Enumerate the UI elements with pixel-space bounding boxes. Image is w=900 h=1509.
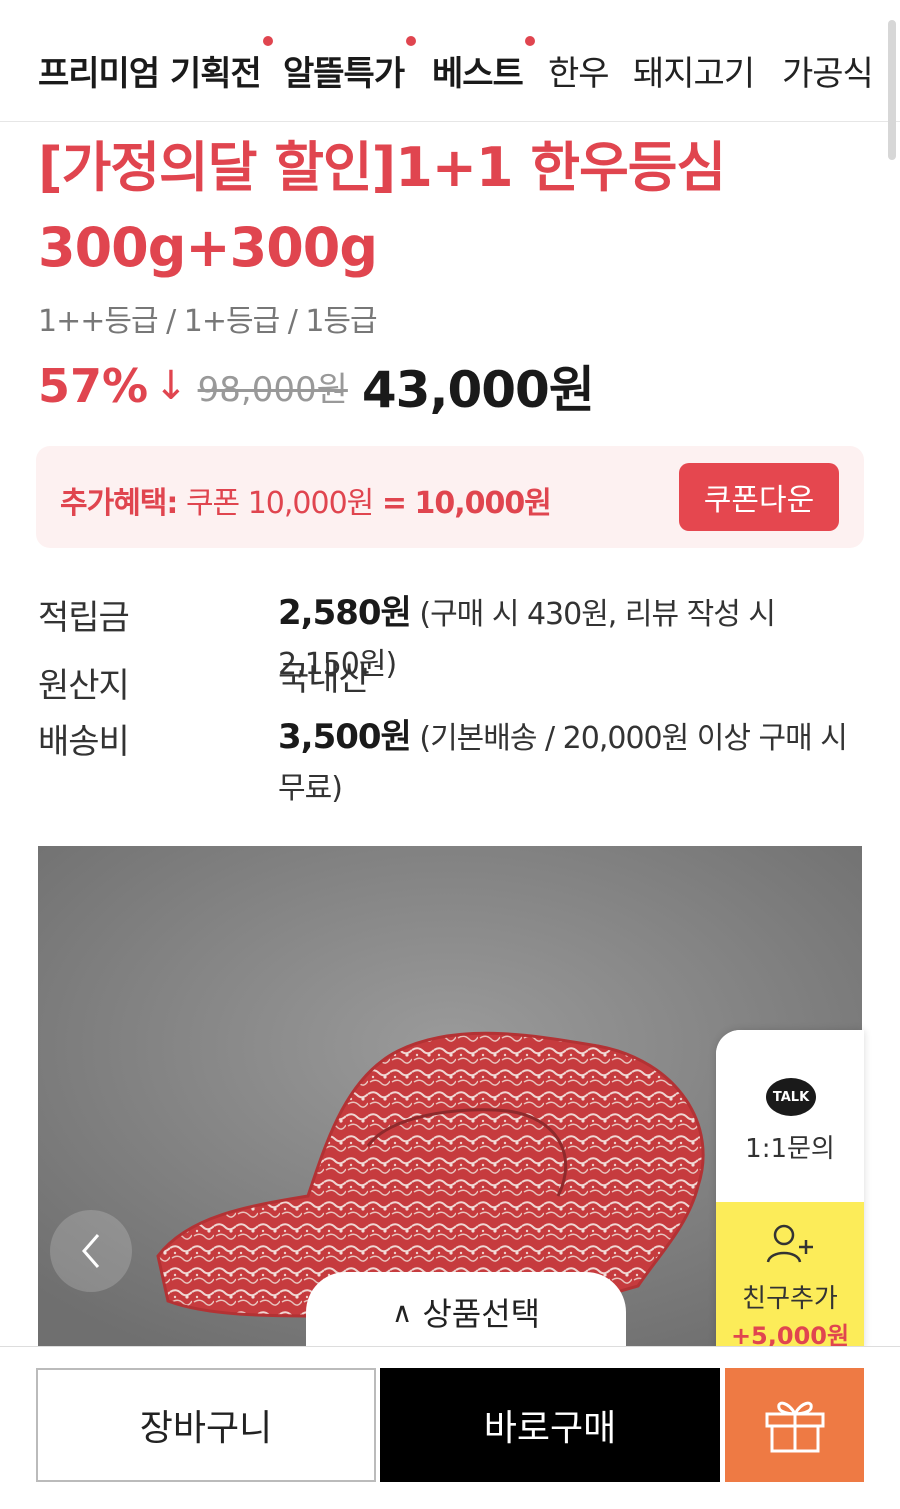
original-price: 98,000원 bbox=[197, 369, 348, 410]
nav-item-processed[interactable]: 가공식 bbox=[782, 46, 874, 95]
add-friend-label: 친구추가 bbox=[742, 1284, 838, 1314]
benefit-text: 추가혜택: 쿠폰 10,000원 = 10,000원 bbox=[60, 478, 552, 522]
nav-item-hanwoo[interactable]: 한우 bbox=[548, 46, 610, 95]
chevron-left-icon bbox=[82, 1234, 100, 1268]
new-dot-badge bbox=[524, 36, 535, 46]
benefit-label: 추가혜택: bbox=[60, 486, 178, 521]
nav-item-bargain[interactable]: 알뜰특가 bbox=[283, 36, 417, 95]
chevron-up-icon: ∧ bbox=[391, 1295, 413, 1329]
page-scrollbar[interactable] bbox=[888, 20, 896, 160]
coupon-download-button[interactable]: 쿠폰다운 bbox=[679, 463, 839, 531]
nav-item-label: 한우 bbox=[548, 54, 610, 94]
product-title-line1: [가정의달 할인]1+1 한우등심 bbox=[38, 136, 726, 199]
sale-price: 43,000원 bbox=[361, 361, 595, 419]
product-title-line2: 300g+300g bbox=[38, 216, 378, 279]
discount-rate: 57% bbox=[38, 359, 149, 413]
gift-button[interactable] bbox=[725, 1368, 864, 1482]
add-friend-reward: +5,000원 bbox=[730, 1322, 850, 1350]
origin-label: 원산지 bbox=[38, 666, 130, 706]
extra-benefit-box: 추가혜택: 쿠폰 10,000원 = 10,000원 쿠폰다운 bbox=[36, 446, 864, 548]
side-floating-widgets: TALK 1:1문의 친구추가 +5,000원 bbox=[716, 1030, 864, 1350]
nav-item-label: 알뜰특가 bbox=[283, 54, 405, 94]
inquiry-label: 1:1문의 bbox=[745, 1134, 835, 1164]
nav-item-label: 베스트 bbox=[432, 54, 524, 94]
nav-item-label: 프리미엄 기획전 bbox=[38, 54, 262, 94]
shipping-value-row: 3,500원 (기본배송 / 20,000원 이상 구매 시 무료) bbox=[278, 712, 858, 814]
nav-item-pork[interactable]: 돼지고기 bbox=[633, 46, 755, 95]
product-title: [가정의달 할인]1+1 한우등심 300g+300g bbox=[38, 128, 838, 288]
origin-value: 국내산 bbox=[278, 659, 370, 699]
add-friend-button[interactable]: 친구추가 +5,000원 bbox=[716, 1202, 864, 1350]
add-person-icon bbox=[766, 1224, 813, 1263]
shipping-value: 3,500원 bbox=[278, 717, 412, 757]
add-to-cart-button[interactable]: 장바구니 bbox=[36, 1368, 376, 1482]
points-value: 2,580원 bbox=[278, 593, 412, 633]
nav-item-premium[interactable]: 프리미엄 기획전 bbox=[38, 36, 273, 95]
kakao-inquiry-button[interactable]: TALK 1:1문의 bbox=[716, 1030, 864, 1202]
category-nav: 프리미엄 기획전 알뜰특가 베스트 한우 돼지고기 가공식 bbox=[0, 0, 900, 122]
product-grade: 1++등급 / 1+등급 / 1등급 bbox=[38, 304, 378, 339]
buy-now-button[interactable]: 바로구매 bbox=[380, 1368, 720, 1482]
new-dot-badge bbox=[262, 36, 273, 46]
points-label: 적립금 bbox=[38, 598, 130, 638]
nav-item-best[interactable]: 베스트 bbox=[432, 36, 535, 95]
prev-image-button[interactable] bbox=[50, 1210, 132, 1292]
gift-icon bbox=[765, 1401, 824, 1453]
talk-icon: TALK bbox=[766, 1078, 816, 1116]
down-arrow-icon: ↓ bbox=[154, 363, 188, 409]
nav-item-label: 가공식 bbox=[782, 54, 874, 94]
new-dot-badge bbox=[406, 36, 417, 46]
product-select-label: 상품선택 bbox=[422, 1295, 541, 1333]
product-select-tab[interactable]: ∧ 상품선택 bbox=[306, 1272, 626, 1346]
benefit-coupon: 쿠폰 10,000원 bbox=[185, 486, 374, 521]
price-row: 57% ↓ 98,000원 43,000원 bbox=[38, 356, 595, 419]
nav-item-label: 돼지고기 bbox=[633, 54, 755, 94]
shipping-label: 배송비 bbox=[38, 722, 130, 762]
benefit-total: 10,000원 bbox=[414, 486, 552, 521]
bottom-action-bar: 장바구니 바로구매 bbox=[0, 1346, 900, 1509]
benefit-equals: = bbox=[381, 486, 407, 521]
